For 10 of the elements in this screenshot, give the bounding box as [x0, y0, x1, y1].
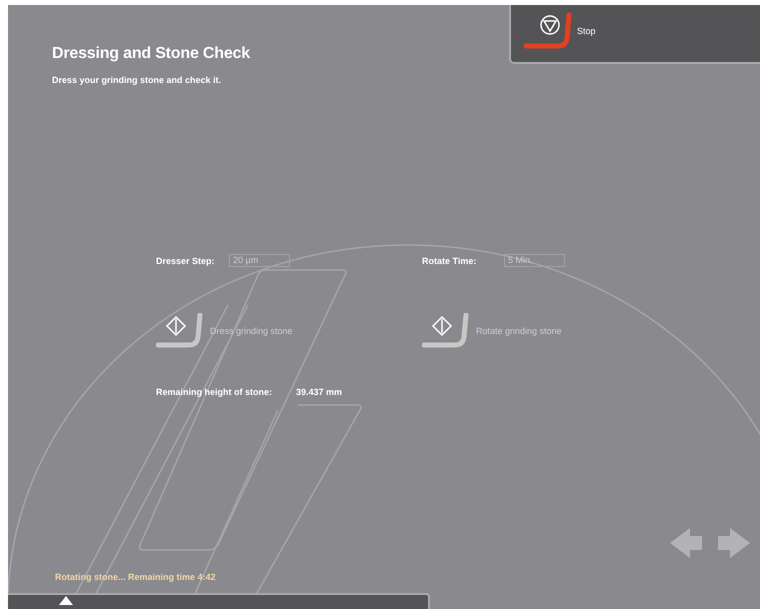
- up-triangle-icon[interactable]: [59, 596, 73, 605]
- page-subtitle: Dress your grinding stone and check it.: [52, 75, 222, 85]
- remaining-label: Remaining height of stone:: [156, 387, 272, 397]
- remaining-value: 39.437 mm: [296, 387, 342, 397]
- page-title: Dressing and Stone Check: [52, 45, 250, 63]
- stop-button[interactable]: Stop: [509, 5, 760, 64]
- stop-icon: [523, 12, 573, 50]
- field-label: Dresser Step:: [156, 256, 216, 266]
- status-message: Rotating stone... Remaining time 4:42: [55, 572, 217, 582]
- field-label: Rotate Time:: [422, 256, 478, 266]
